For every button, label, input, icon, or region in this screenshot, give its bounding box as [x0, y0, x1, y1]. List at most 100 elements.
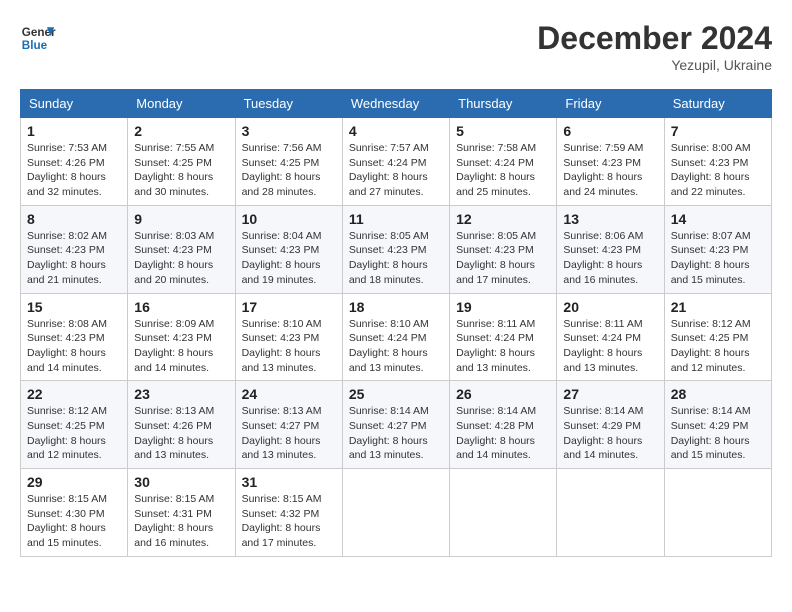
- calendar-cell: 2 Sunrise: 7:55 AM Sunset: 4:25 PM Dayli…: [128, 118, 235, 206]
- day-info: Sunrise: 8:10 AM Sunset: 4:24 PM Dayligh…: [349, 317, 443, 376]
- calendar-cell: 8 Sunrise: 8:02 AM Sunset: 4:23 PM Dayli…: [21, 205, 128, 293]
- header-saturday: Saturday: [664, 90, 771, 118]
- day-number: 6: [563, 123, 657, 139]
- calendar-cell: 19 Sunrise: 8:11 AM Sunset: 4:24 PM Dayl…: [450, 293, 557, 381]
- day-info: Sunrise: 8:12 AM Sunset: 4:25 PM Dayligh…: [671, 317, 765, 376]
- day-info: Sunrise: 8:14 AM Sunset: 4:27 PM Dayligh…: [349, 404, 443, 463]
- header-thursday: Thursday: [450, 90, 557, 118]
- month-title: December 2024: [537, 20, 772, 57]
- day-number: 4: [349, 123, 443, 139]
- calendar-cell: 5 Sunrise: 7:58 AM Sunset: 4:24 PM Dayli…: [450, 118, 557, 206]
- calendar-cell: 17 Sunrise: 8:10 AM Sunset: 4:23 PM Dayl…: [235, 293, 342, 381]
- calendar-cell: [664, 469, 771, 557]
- day-info: Sunrise: 7:53 AM Sunset: 4:26 PM Dayligh…: [27, 141, 121, 200]
- calendar-cell: 18 Sunrise: 8:10 AM Sunset: 4:24 PM Dayl…: [342, 293, 449, 381]
- day-number: 8: [27, 211, 121, 227]
- header-sunday: Sunday: [21, 90, 128, 118]
- calendar-week-row: 1 Sunrise: 7:53 AM Sunset: 4:26 PM Dayli…: [21, 118, 772, 206]
- day-number: 9: [134, 211, 228, 227]
- day-info: Sunrise: 8:08 AM Sunset: 4:23 PM Dayligh…: [27, 317, 121, 376]
- day-number: 12: [456, 211, 550, 227]
- calendar-cell: 12 Sunrise: 8:05 AM Sunset: 4:23 PM Dayl…: [450, 205, 557, 293]
- calendar-cell: 29 Sunrise: 8:15 AM Sunset: 4:30 PM Dayl…: [21, 469, 128, 557]
- day-number: 16: [134, 299, 228, 315]
- day-info: Sunrise: 8:11 AM Sunset: 4:24 PM Dayligh…: [456, 317, 550, 376]
- calendar-cell: 13 Sunrise: 8:06 AM Sunset: 4:23 PM Dayl…: [557, 205, 664, 293]
- calendar-cell: 7 Sunrise: 8:00 AM Sunset: 4:23 PM Dayli…: [664, 118, 771, 206]
- logo-icon: General Blue: [20, 20, 56, 56]
- day-info: Sunrise: 7:55 AM Sunset: 4:25 PM Dayligh…: [134, 141, 228, 200]
- day-number: 15: [27, 299, 121, 315]
- day-number: 23: [134, 386, 228, 402]
- day-number: 14: [671, 211, 765, 227]
- calendar-cell: 14 Sunrise: 8:07 AM Sunset: 4:23 PM Dayl…: [664, 205, 771, 293]
- title-block: December 2024 Yezupil, Ukraine: [537, 20, 772, 73]
- calendar-cell: 31 Sunrise: 8:15 AM Sunset: 4:32 PM Dayl…: [235, 469, 342, 557]
- calendar-week-row: 29 Sunrise: 8:15 AM Sunset: 4:30 PM Dayl…: [21, 469, 772, 557]
- calendar-table: SundayMondayTuesdayWednesdayThursdayFrid…: [20, 89, 772, 557]
- calendar-cell: 24 Sunrise: 8:13 AM Sunset: 4:27 PM Dayl…: [235, 381, 342, 469]
- location-subtitle: Yezupil, Ukraine: [537, 57, 772, 73]
- day-number: 11: [349, 211, 443, 227]
- day-info: Sunrise: 8:02 AM Sunset: 4:23 PM Dayligh…: [27, 229, 121, 288]
- day-info: Sunrise: 7:59 AM Sunset: 4:23 PM Dayligh…: [563, 141, 657, 200]
- day-number: 10: [242, 211, 336, 227]
- day-info: Sunrise: 8:15 AM Sunset: 4:32 PM Dayligh…: [242, 492, 336, 551]
- calendar-cell: 4 Sunrise: 7:57 AM Sunset: 4:24 PM Dayli…: [342, 118, 449, 206]
- calendar-cell: 28 Sunrise: 8:14 AM Sunset: 4:29 PM Dayl…: [664, 381, 771, 469]
- calendar-cell: [342, 469, 449, 557]
- day-info: Sunrise: 8:05 AM Sunset: 4:23 PM Dayligh…: [456, 229, 550, 288]
- day-info: Sunrise: 8:04 AM Sunset: 4:23 PM Dayligh…: [242, 229, 336, 288]
- svg-text:Blue: Blue: [22, 39, 48, 52]
- day-number: 28: [671, 386, 765, 402]
- day-info: Sunrise: 8:03 AM Sunset: 4:23 PM Dayligh…: [134, 229, 228, 288]
- calendar-week-row: 22 Sunrise: 8:12 AM Sunset: 4:25 PM Dayl…: [21, 381, 772, 469]
- page-header: General Blue December 2024 Yezupil, Ukra…: [20, 20, 772, 73]
- calendar-cell: 20 Sunrise: 8:11 AM Sunset: 4:24 PM Dayl…: [557, 293, 664, 381]
- day-number: 27: [563, 386, 657, 402]
- day-number: 3: [242, 123, 336, 139]
- day-info: Sunrise: 8:15 AM Sunset: 4:31 PM Dayligh…: [134, 492, 228, 551]
- logo: General Blue: [20, 20, 56, 56]
- calendar-cell: 1 Sunrise: 7:53 AM Sunset: 4:26 PM Dayli…: [21, 118, 128, 206]
- day-number: 20: [563, 299, 657, 315]
- day-info: Sunrise: 8:11 AM Sunset: 4:24 PM Dayligh…: [563, 317, 657, 376]
- day-info: Sunrise: 8:14 AM Sunset: 4:29 PM Dayligh…: [563, 404, 657, 463]
- calendar-week-row: 15 Sunrise: 8:08 AM Sunset: 4:23 PM Dayl…: [21, 293, 772, 381]
- calendar-cell: 21 Sunrise: 8:12 AM Sunset: 4:25 PM Dayl…: [664, 293, 771, 381]
- day-info: Sunrise: 8:07 AM Sunset: 4:23 PM Dayligh…: [671, 229, 765, 288]
- day-info: Sunrise: 8:14 AM Sunset: 4:28 PM Dayligh…: [456, 404, 550, 463]
- day-number: 17: [242, 299, 336, 315]
- day-info: Sunrise: 8:14 AM Sunset: 4:29 PM Dayligh…: [671, 404, 765, 463]
- day-number: 30: [134, 474, 228, 490]
- calendar-cell: 22 Sunrise: 8:12 AM Sunset: 4:25 PM Dayl…: [21, 381, 128, 469]
- day-number: 26: [456, 386, 550, 402]
- calendar-header-row: SundayMondayTuesdayWednesdayThursdayFrid…: [21, 90, 772, 118]
- day-number: 7: [671, 123, 765, 139]
- day-number: 31: [242, 474, 336, 490]
- calendar-cell: 25 Sunrise: 8:14 AM Sunset: 4:27 PM Dayl…: [342, 381, 449, 469]
- day-info: Sunrise: 8:10 AM Sunset: 4:23 PM Dayligh…: [242, 317, 336, 376]
- day-number: 18: [349, 299, 443, 315]
- calendar-cell: 16 Sunrise: 8:09 AM Sunset: 4:23 PM Dayl…: [128, 293, 235, 381]
- day-info: Sunrise: 8:12 AM Sunset: 4:25 PM Dayligh…: [27, 404, 121, 463]
- day-info: Sunrise: 7:56 AM Sunset: 4:25 PM Dayligh…: [242, 141, 336, 200]
- day-number: 24: [242, 386, 336, 402]
- calendar-cell: 27 Sunrise: 8:14 AM Sunset: 4:29 PM Dayl…: [557, 381, 664, 469]
- calendar-cell: 9 Sunrise: 8:03 AM Sunset: 4:23 PM Dayli…: [128, 205, 235, 293]
- calendar-cell: [450, 469, 557, 557]
- day-info: Sunrise: 8:00 AM Sunset: 4:23 PM Dayligh…: [671, 141, 765, 200]
- calendar-cell: 15 Sunrise: 8:08 AM Sunset: 4:23 PM Dayl…: [21, 293, 128, 381]
- day-number: 25: [349, 386, 443, 402]
- header-friday: Friday: [557, 90, 664, 118]
- calendar-cell: [557, 469, 664, 557]
- header-monday: Monday: [128, 90, 235, 118]
- header-wednesday: Wednesday: [342, 90, 449, 118]
- day-number: 5: [456, 123, 550, 139]
- day-info: Sunrise: 8:06 AM Sunset: 4:23 PM Dayligh…: [563, 229, 657, 288]
- day-number: 21: [671, 299, 765, 315]
- calendar-cell: 30 Sunrise: 8:15 AM Sunset: 4:31 PM Dayl…: [128, 469, 235, 557]
- day-info: Sunrise: 8:09 AM Sunset: 4:23 PM Dayligh…: [134, 317, 228, 376]
- day-info: Sunrise: 8:13 AM Sunset: 4:27 PM Dayligh…: [242, 404, 336, 463]
- calendar-cell: 11 Sunrise: 8:05 AM Sunset: 4:23 PM Dayl…: [342, 205, 449, 293]
